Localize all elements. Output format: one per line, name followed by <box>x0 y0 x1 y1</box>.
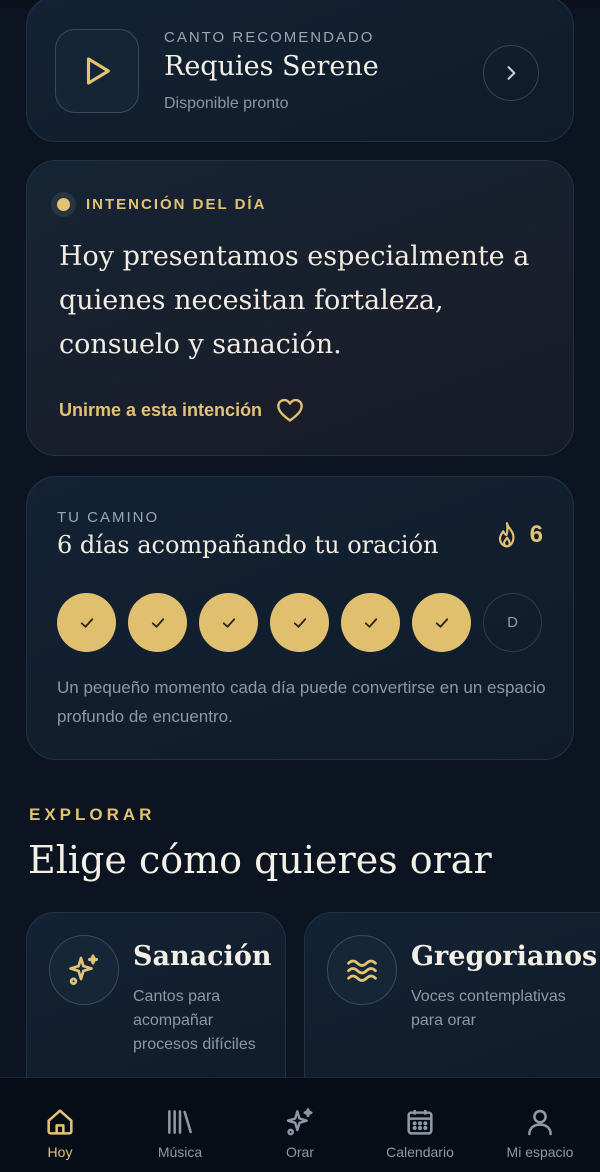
waves-icon <box>347 959 377 982</box>
heart-icon <box>277 398 303 422</box>
day-done <box>199 593 258 652</box>
check-icon <box>435 617 448 628</box>
user-icon <box>528 1109 552 1136</box>
day-pending: D <box>483 593 542 652</box>
category-title: Sanación <box>133 941 272 972</box>
library-icon <box>168 1110 192 1134</box>
flame-icon <box>498 522 515 548</box>
play-button[interactable] <box>55 29 139 113</box>
nav-item-musica[interactable]: Música <box>120 1078 240 1172</box>
nav-label: Mi espacio <box>506 1144 574 1160</box>
bottom-nav: Hoy Música Orar Calendario Mi espacio <box>0 1077 600 1172</box>
home-icon <box>47 1109 73 1135</box>
path-progress-card: TU CAMINO 6 días acompañando tu oración … <box>26 476 574 760</box>
nav-item-calendario[interactable]: Calendario <box>360 1078 480 1172</box>
recommended-song-title: Requies Serene <box>164 51 379 82</box>
calendar-icon <box>407 1110 433 1135</box>
daily-intention-card: INTENCIÓN DEL DÍA Hoy presentamos especi… <box>26 160 574 456</box>
category-icon-wrap <box>327 935 397 1005</box>
play-icon <box>86 57 110 85</box>
intention-badge: INTENCIÓN DEL DÍA <box>51 189 272 219</box>
intention-text: Hoy presentamos especialmente a quienes … <box>59 241 530 360</box>
open-song-button[interactable] <box>483 45 539 101</box>
join-intention-link[interactable]: Unirme a esta intención <box>59 397 304 423</box>
nav-label: Música <box>157 1144 203 1160</box>
check-icon <box>364 617 377 628</box>
check-icon <box>293 617 306 628</box>
category-icon-wrap <box>49 935 119 1005</box>
streak-count: 6 <box>529 521 543 548</box>
intention-label: INTENCIÓN DEL DÍA <box>86 195 267 213</box>
join-intention-label: Unirme a esta intención <box>59 399 263 420</box>
nav-label: Calendario <box>386 1144 454 1160</box>
sparkles-icon <box>286 1108 313 1136</box>
days-tracker: D <box>57 593 542 652</box>
recommended-song-subtitle: Disponible pronto <box>164 95 289 112</box>
recommended-song-card[interactable]: CANTO RECOMENDADO Requies Serene Disponi… <box>26 0 574 142</box>
check-icon <box>151 617 164 628</box>
nav-item-mi-espacio[interactable]: Mi espacio <box>480 1078 600 1172</box>
day-done <box>57 593 116 652</box>
streak-counter: 6 <box>494 521 543 549</box>
check-icon <box>80 617 93 628</box>
check-icon <box>222 617 235 628</box>
explore-overline: EXPLORAR <box>29 805 156 824</box>
category-description: Cantos para acompañar procesos difíciles <box>133 988 256 1053</box>
explore-title: Elige cómo quieres orar <box>28 838 492 882</box>
category-title: Gregorianos <box>411 941 598 972</box>
sparkles-icon <box>69 954 99 985</box>
path-title: 6 días acompañando tu oración <box>57 531 439 559</box>
intention-dot-icon <box>57 197 70 211</box>
day-done <box>270 593 329 652</box>
path-overline: TU CAMINO <box>57 509 160 526</box>
path-note: Un pequeño momento cada día puede conver… <box>57 678 546 726</box>
recommended-song-overline: CANTO RECOMENDADO <box>164 29 375 46</box>
day-done <box>128 593 187 652</box>
nav-label: Orar <box>286 1144 314 1160</box>
day-done <box>341 593 400 652</box>
day-done <box>412 593 471 652</box>
nav-item-orar[interactable]: Orar <box>240 1078 360 1172</box>
chevron-right-icon <box>507 66 516 80</box>
nav-item-hoy[interactable]: Hoy <box>0 1078 120 1172</box>
nav-label: Hoy <box>47 1144 73 1160</box>
category-description: Voces contemplativas para orar <box>411 988 566 1029</box>
